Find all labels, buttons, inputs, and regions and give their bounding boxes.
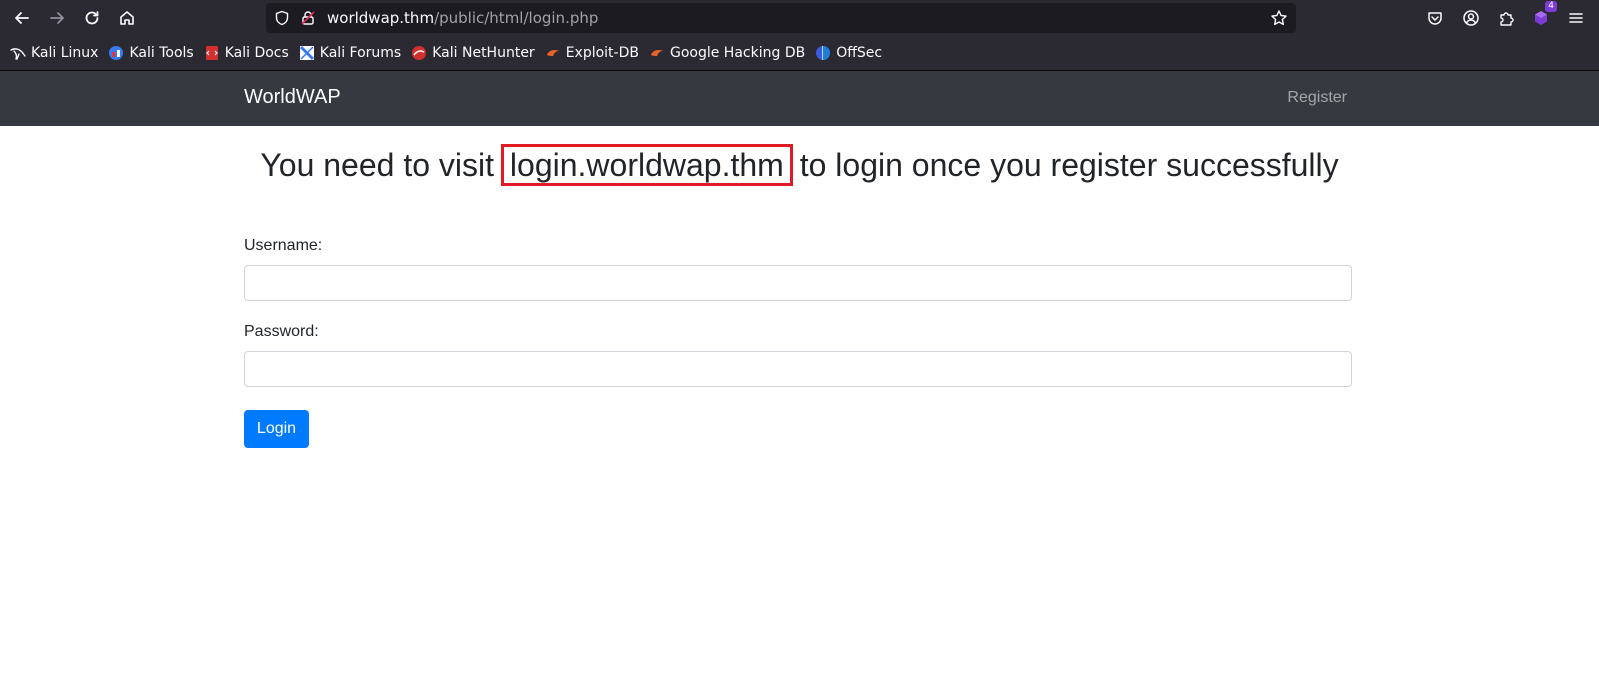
insecure-lock-icon[interactable] [300,10,316,26]
login-button[interactable]: Login [244,410,309,448]
ghdb-icon [650,50,663,56]
forward-button[interactable] [43,4,71,32]
pocket-button[interactable] [1423,6,1447,30]
shield-icon[interactable] [274,10,290,26]
kali-docs-icon [205,46,218,60]
bookmark-kali-forums[interactable]: Kali Forums [299,45,401,61]
bookmark-label: Kali Tools [129,45,194,61]
kali-nethunter-icon [412,46,427,60]
bookmark-kali-linux[interactable]: Kali Linux [10,45,98,61]
site-navbar: WorldWAP Register [0,71,1599,126]
site-brand[interactable]: WorldWAP [244,86,341,109]
home-button[interactable] [113,4,141,32]
bookmark-star-icon[interactable] [1270,9,1288,27]
password-label: Password: [244,323,319,340]
kali-dragon-icon [10,48,26,60]
extension-badge: 4 [1545,1,1557,12]
exploit-db-icon [546,50,559,56]
url-text[interactable]: worldwap.thm/public/html/login.php [327,9,598,27]
bookmark-label: Kali Docs [224,45,289,61]
bookmark-offsec[interactable]: OffSec [815,45,882,61]
bookmark-kali-nethunter[interactable]: Kali NetHunter [411,45,535,61]
reload-icon [85,11,99,25]
account-icon [1463,10,1479,26]
highlighted-domain: login.worldwap.thm [500,144,793,186]
heading-text-after: to login once you register successfully [790,147,1339,183]
bookmark-label: Kali NetHunter [432,45,535,61]
bookmark-kali-tools[interactable]: Kali Tools [108,45,194,61]
account-button[interactable] [1459,6,1483,30]
username-label: Username: [244,237,323,254]
heading-text-before: You need to visit [260,147,503,183]
url-path: /public/html/login.php [434,9,599,27]
bookmark-kali-docs[interactable]: Kali Docs [204,45,289,61]
reload-button[interactable] [78,4,106,32]
bookmark-exploit-db[interactable]: Exploit-DB [545,45,639,61]
back-button[interactable] [8,4,36,32]
bookmark-google-hacking-db[interactable]: Google Hacking DB [649,45,805,61]
browser-toolbar: worldwap.thm/public/html/login.php 4 [0,0,1599,36]
kali-forums-icon [299,45,314,61]
url-bar[interactable]: worldwap.thm/public/html/login.php [266,3,1296,33]
hamburger-menu-icon [1569,13,1583,23]
url-host: worldwap.thm [327,9,435,27]
arrow-left-icon [15,12,29,24]
bookmark-label: Kali Linux [31,45,99,61]
page-heading: You need to visit login.worldwap.thm to … [0,144,1599,186]
home-icon [120,11,134,25]
bookmarks-bar: Kali Linux Kali Tools Kali Docs Kali For… [0,36,1599,71]
username-input[interactable] [244,265,1352,301]
menu-button[interactable] [1564,6,1588,30]
bookmark-label: Kali Forums [319,45,402,61]
main-content: You need to visit login.worldwap.thm to … [0,126,1599,681]
bookmark-label: OffSec [836,45,883,61]
bookmark-label: Google Hacking DB [669,45,806,61]
extension-button[interactable]: 4 [1529,1,1557,30]
pocket-icon [1428,12,1442,25]
password-input[interactable] [244,351,1352,387]
offsec-icon [816,46,831,60]
nav-register-link[interactable]: Register [1287,89,1347,107]
arrow-right-icon [50,12,64,24]
kali-tools-icon [109,46,124,60]
browser-chrome: worldwap.thm/public/html/login.php 4 Kal… [0,0,1599,71]
extensions-button[interactable] [1494,6,1518,30]
puzzle-icon [1500,12,1514,26]
bookmark-label: Exploit-DB [565,45,639,61]
